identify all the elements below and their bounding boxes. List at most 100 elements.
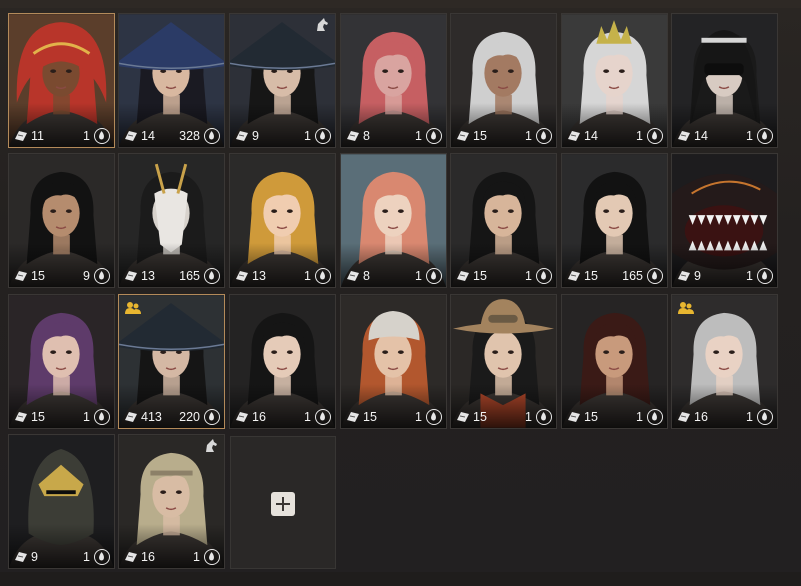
level-scroll-icon <box>15 131 27 141</box>
character-level: 16 <box>141 550 155 564</box>
level-scroll-icon <box>236 271 248 281</box>
energy-flame-icon <box>315 409 331 425</box>
level-scroll-icon <box>568 412 580 422</box>
character-energy: 1 <box>746 269 753 283</box>
level-scroll-icon <box>347 412 359 422</box>
character-energy: 1 <box>415 129 422 143</box>
character-level: 15 <box>31 410 45 424</box>
character-level: 15 <box>31 269 45 283</box>
character-slot[interactable]: 15 165 <box>561 153 668 288</box>
energy-flame-icon <box>757 409 773 425</box>
character-slot[interactable]: 15 1 <box>340 294 447 429</box>
level-scroll-icon <box>457 412 469 422</box>
character-slot[interactable]: 91 <box>671 153 778 288</box>
character-level: 15 <box>473 129 487 143</box>
energy-flame-icon <box>426 268 442 284</box>
character-slot[interactable]: 81 <box>340 13 447 148</box>
energy-flame-icon <box>647 128 663 144</box>
character-slot[interactable]: 11 1 <box>8 13 115 148</box>
horse-icon <box>317 18 328 31</box>
character-level: 11 <box>31 129 44 143</box>
character-grid: 11 1 14 328 9 1 8 1 15 1 14 1 14 1 15 9 13 165 13 1 8 1 15 1 15 1… <box>0 0 801 586</box>
character-slot[interactable]: 13 1 <box>229 153 336 288</box>
character-level: 16 <box>694 410 708 424</box>
character-level: 8 <box>363 269 370 283</box>
level-scroll-icon <box>568 131 580 141</box>
character-energy: 1 <box>83 410 90 424</box>
character-slot[interactable]: 16 1 <box>229 294 336 429</box>
energy-flame-icon <box>315 268 331 284</box>
character-energy: 1 <box>304 410 311 424</box>
character-energy: 328 <box>179 129 200 143</box>
character-energy: 1 <box>525 129 532 143</box>
energy-flame-icon <box>536 268 552 284</box>
character-energy: 1 <box>193 550 200 564</box>
character-slot[interactable]: 13 165 <box>118 153 225 288</box>
level-scroll-icon <box>125 412 137 422</box>
level-scroll-icon <box>236 131 248 141</box>
energy-flame-icon <box>757 268 773 284</box>
character-slot[interactable]: 15 1 <box>450 294 557 429</box>
bottom-edge <box>0 572 801 586</box>
character-energy: 1 <box>83 550 90 564</box>
character-energy: 1 <box>83 129 90 143</box>
character-level: 15 <box>473 410 487 424</box>
character-level: 13 <box>141 269 155 283</box>
character-slot[interactable]: 91 <box>229 13 336 148</box>
character-level: 413 <box>141 410 162 424</box>
character-slot[interactable]: 14 1 <box>671 13 778 148</box>
character-level: 14 <box>694 129 708 143</box>
energy-flame-icon <box>94 128 110 144</box>
character-slot[interactable]: 16 1 <box>118 434 225 569</box>
energy-flame-icon <box>94 268 110 284</box>
character-slot[interactable]: 413 220 <box>118 294 225 429</box>
character-energy: 1 <box>636 129 643 143</box>
character-energy: 9 <box>83 269 90 283</box>
character-slot[interactable]: 16 1 <box>671 294 778 429</box>
energy-flame-icon <box>536 409 552 425</box>
character-level: 9 <box>252 129 259 143</box>
add-character-slot[interactable] <box>230 436 336 569</box>
party-members-icon <box>125 302 141 314</box>
energy-flame-icon <box>94 409 110 425</box>
level-scroll-icon <box>568 271 580 281</box>
character-slot[interactable]: 14 1 <box>561 13 668 148</box>
energy-flame-icon <box>757 128 773 144</box>
character-energy: 165 <box>179 269 200 283</box>
character-level: 9 <box>694 269 701 283</box>
energy-flame-icon <box>426 128 442 144</box>
character-level: 14 <box>584 129 598 143</box>
character-energy: 1 <box>304 129 311 143</box>
character-slot[interactable]: 15 1 <box>561 294 668 429</box>
energy-flame-icon <box>204 128 220 144</box>
character-energy: 1 <box>415 410 422 424</box>
character-energy: 1 <box>415 269 422 283</box>
character-level: 8 <box>363 129 370 143</box>
character-slot[interactable]: 14 328 <box>118 13 225 148</box>
character-level: 15 <box>584 410 598 424</box>
character-level: 13 <box>252 269 266 283</box>
character-slot[interactable]: 15 1 <box>450 153 557 288</box>
horse-icon <box>206 439 217 452</box>
energy-flame-icon <box>426 409 442 425</box>
character-slot[interactable]: 15 1 <box>8 294 115 429</box>
character-slot[interactable]: 15 9 <box>8 153 115 288</box>
level-scroll-icon <box>15 271 27 281</box>
level-scroll-icon <box>15 412 27 422</box>
character-slot[interactable]: 91 <box>8 434 115 569</box>
character-energy: 1 <box>525 269 532 283</box>
energy-flame-icon <box>315 128 331 144</box>
energy-flame-icon <box>647 268 663 284</box>
level-scroll-icon <box>15 552 27 562</box>
character-level: 14 <box>141 129 155 143</box>
energy-flame-icon <box>204 409 220 425</box>
character-level: 15 <box>363 410 377 424</box>
energy-flame-icon <box>204 549 220 565</box>
character-slot[interactable]: 15 1 <box>450 13 557 148</box>
level-scroll-icon <box>678 271 690 281</box>
level-scroll-icon <box>347 131 359 141</box>
character-energy: 165 <box>622 269 643 283</box>
character-energy: 1 <box>636 410 643 424</box>
character-slot[interactable]: 81 <box>340 153 447 288</box>
add-character-button[interactable] <box>271 492 295 516</box>
